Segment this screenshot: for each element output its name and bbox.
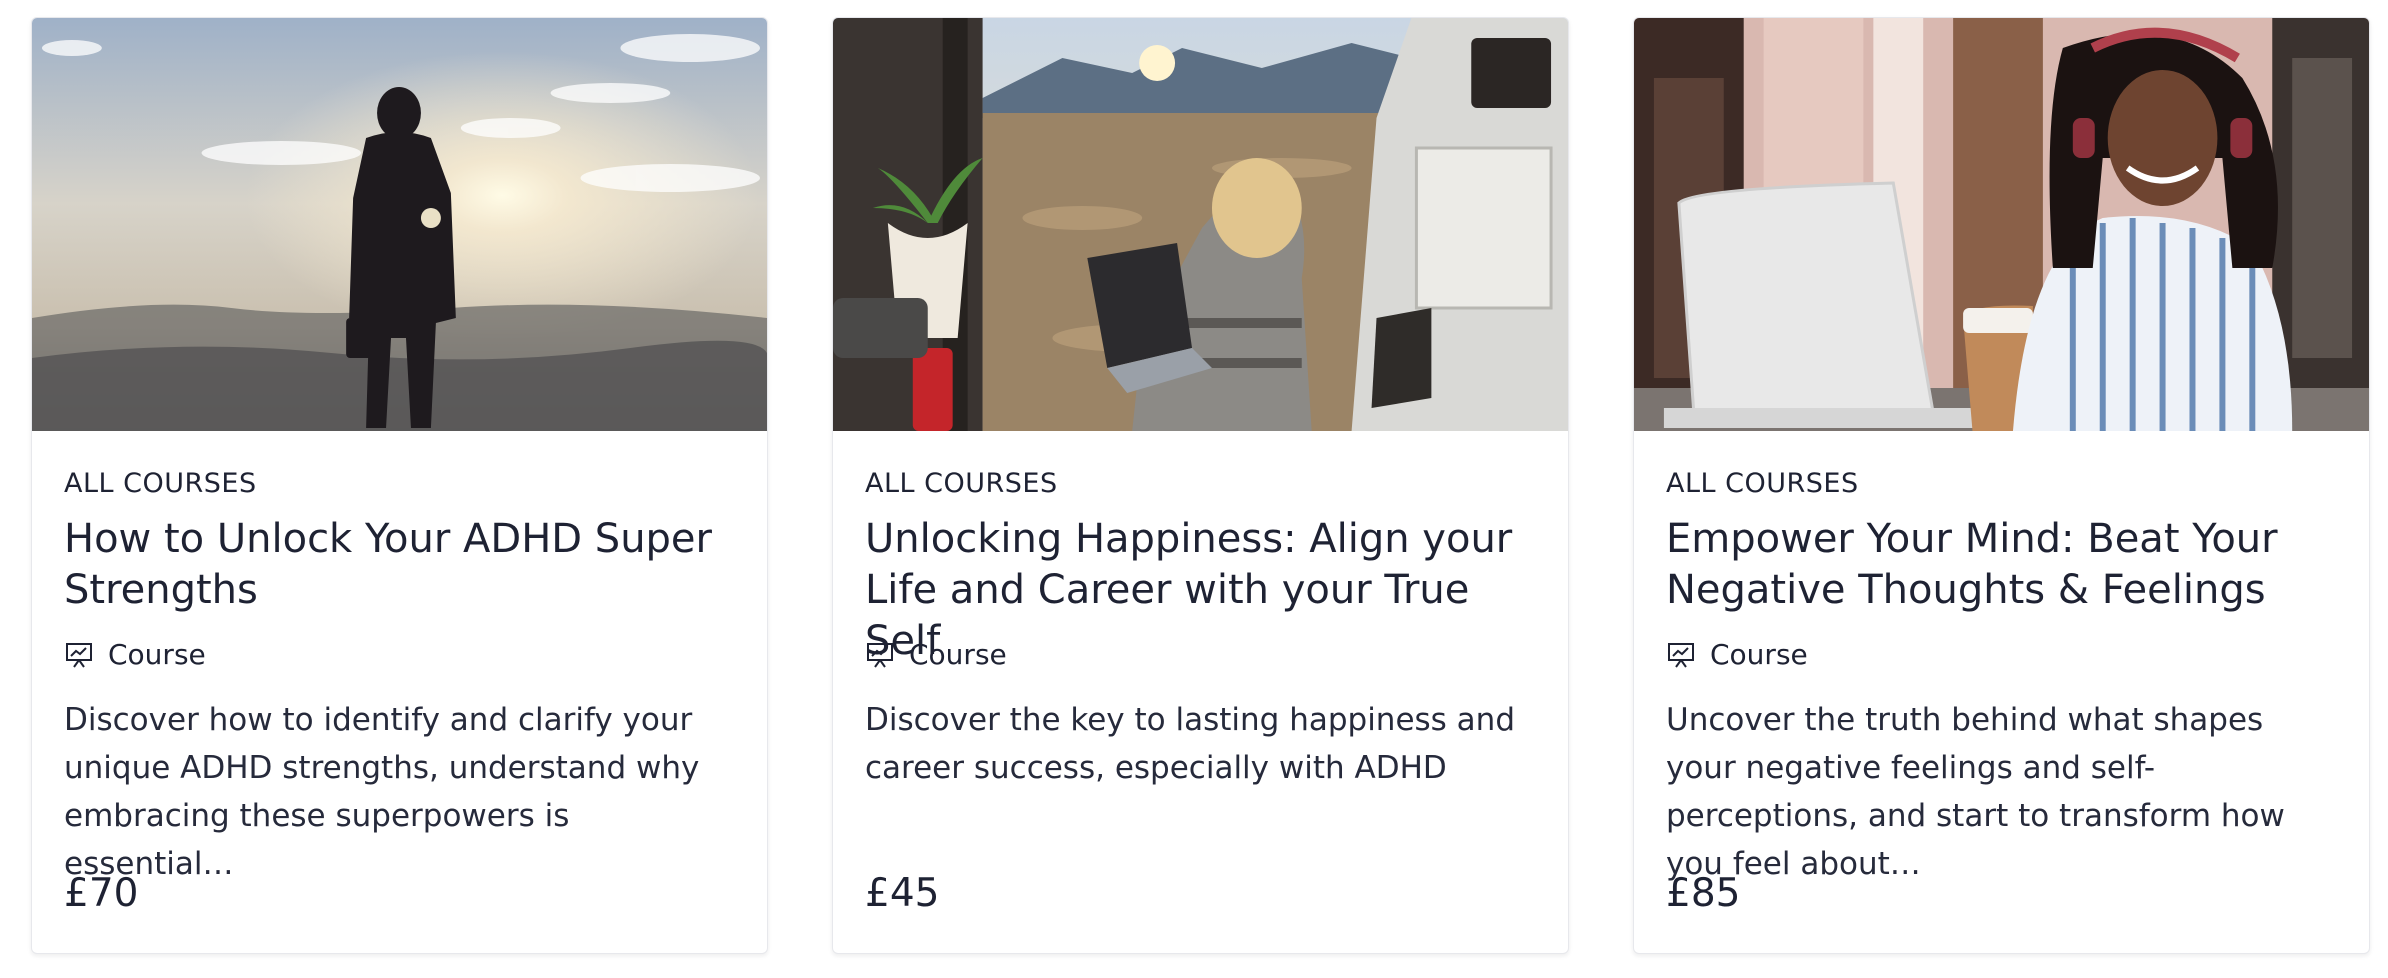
course-grid: ALL COURSES How to Unlock Your ADHD Supe… bbox=[31, 17, 2370, 954]
course-category: ALL COURSES bbox=[865, 468, 1058, 499]
course-image[interactable] bbox=[1634, 18, 2369, 431]
course-type: Course bbox=[865, 638, 1536, 672]
course-category: ALL COURSES bbox=[64, 468, 257, 499]
course-type: Course bbox=[64, 638, 735, 672]
course-image[interactable] bbox=[833, 18, 1568, 431]
course-category: ALL COURSES bbox=[1666, 468, 1859, 499]
course-description: Discover the key to lasting happiness an… bbox=[865, 702, 1516, 786]
presentation-chart-icon bbox=[1666, 640, 1696, 670]
course-type-label: Course bbox=[108, 638, 206, 671]
course-description: Uncover the truth behind what shapes you… bbox=[1666, 702, 2285, 882]
presentation-chart-icon bbox=[865, 640, 895, 670]
course-image[interactable] bbox=[32, 18, 767, 431]
course-price: £85 bbox=[1666, 871, 1741, 916]
course-description: Discover how to identify and clarify you… bbox=[64, 702, 700, 882]
course-card[interactable]: ALL COURSES How to Unlock Your ADHD Supe… bbox=[31, 17, 768, 954]
course-card[interactable]: ALL COURSES Empower Your Mind: Beat Your… bbox=[1633, 17, 2370, 954]
course-price: £70 bbox=[64, 871, 139, 916]
course-type-label: Course bbox=[1710, 638, 1808, 671]
course-price: £45 bbox=[865, 871, 940, 916]
course-type-label: Course bbox=[909, 638, 1007, 671]
course-title[interactable]: Unlocking Happiness: Align your Life and… bbox=[865, 514, 1536, 664]
presentation-chart-icon bbox=[64, 640, 94, 670]
course-card[interactable]: ALL COURSES Unlocking Happiness: Align y… bbox=[832, 17, 1569, 954]
course-title[interactable]: How to Unlock Your ADHD Super Strengths bbox=[64, 514, 735, 616]
course-title[interactable]: Empower Your Mind: Beat Your Negative Th… bbox=[1666, 514, 2337, 616]
course-type: Course bbox=[1666, 638, 2337, 672]
